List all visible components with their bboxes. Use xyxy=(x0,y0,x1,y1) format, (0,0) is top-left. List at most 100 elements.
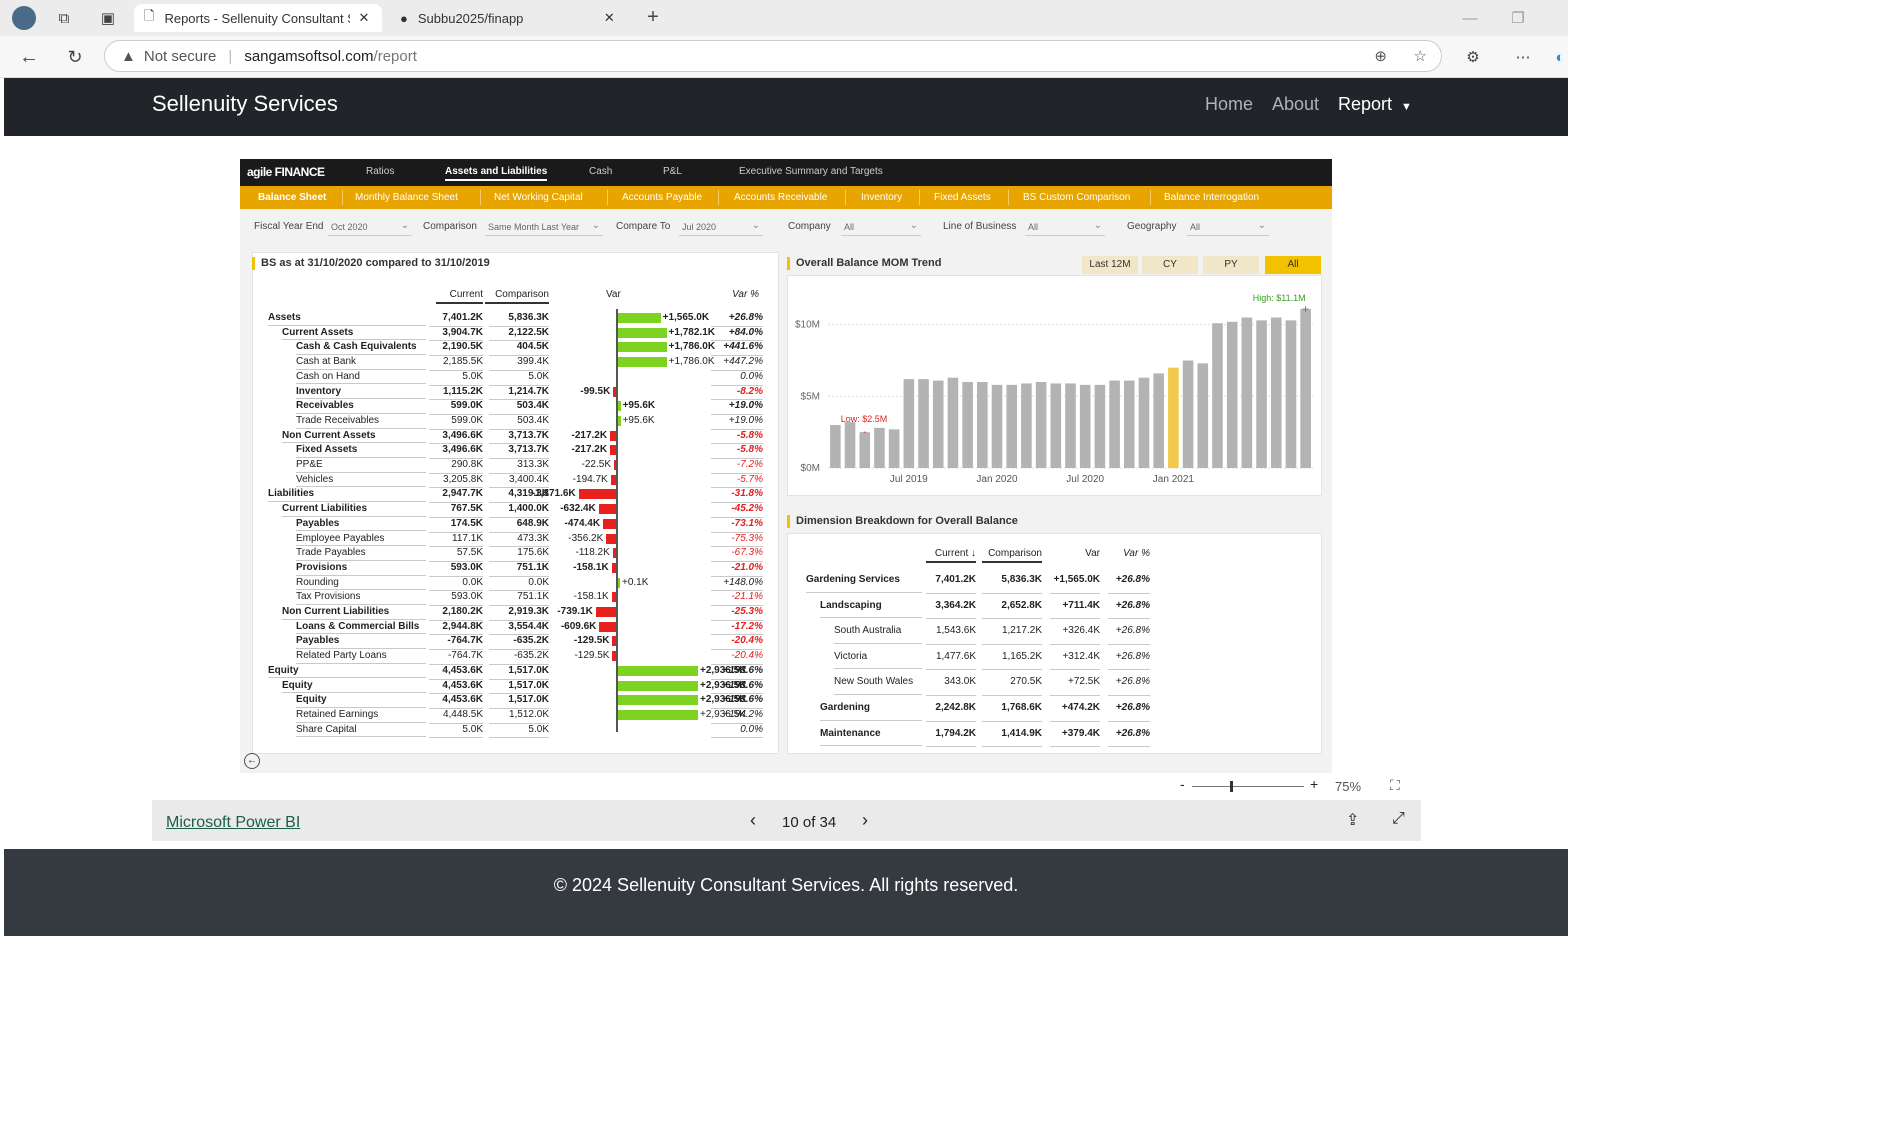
bs-row[interactable]: Employee Payables 117.1K 473.3K -75.3% -356.… xyxy=(256,532,776,548)
chip-cy[interactable]: CY xyxy=(1142,256,1198,274)
favorite-icon[interactable]: ☆ xyxy=(1414,47,1427,65)
bs-row[interactable]: Payables 174.5K 648.9K -73.1% -474.4K xyxy=(256,517,776,533)
bs-row[interactable]: Receivables 599.0K 503.4K +19.0% +95.6K xyxy=(256,399,776,415)
restore-icon[interactable]: ❐ xyxy=(1508,8,1528,28)
filter-company-select[interactable]: All ⌄ xyxy=(841,218,921,236)
nav-report[interactable]: Report ▼ xyxy=(1338,94,1412,115)
next-page-icon[interactable]: › xyxy=(862,810,868,831)
zoom-slider-track[interactable] xyxy=(1192,786,1304,787)
bs-row[interactable]: Cash at Bank 2,185.5K 399.4K +447.2% +1,786.… xyxy=(256,355,776,371)
bs-row-current: 2,947.7K xyxy=(429,487,483,504)
dim-row[interactable]: Landscaping 3,364.2K 2,652.8K +711.4K +26.8% xyxy=(788,593,1328,620)
dim-row-var: +1,565.0K xyxy=(1050,567,1100,594)
filter-comparison-select[interactable]: Same Month Last Year ⌄ xyxy=(485,218,603,236)
subtab-balance-interrogation[interactable]: Balance Interrogation xyxy=(1164,192,1259,203)
close-icon[interactable]: ✕ xyxy=(604,10,615,26)
subtab-inventory[interactable]: Inventory xyxy=(861,192,902,203)
var-bar xyxy=(618,709,698,720)
bs-row[interactable]: Liabilities 2,947.7K 4,319.3K -31.8% -1,371.… xyxy=(256,487,776,504)
subtab-balance-sheet[interactable]: Balance Sheet xyxy=(258,192,326,203)
bs-row[interactable]: Fixed Assets 3,496.6K 3,713.7K -5.8% -217.2K xyxy=(256,443,776,459)
filter-compare-to-select[interactable]: Jul 2020 ⌄ xyxy=(679,218,763,236)
bs-row[interactable]: Tax Provisions 593.0K 751.1K -21.1% -158.1K xyxy=(256,590,776,606)
site-brand[interactable]: Sellenuity Services xyxy=(152,91,338,117)
tab-ratios[interactable]: Ratios xyxy=(366,166,394,177)
back-arrow-icon[interactable]: ← xyxy=(244,753,260,769)
zoom-slider-thumb[interactable] xyxy=(1230,781,1233,792)
bs-row[interactable]: Loans & Commercial Bills 2,944.8K 3,554.4K… xyxy=(256,620,776,636)
bs-row[interactable]: Retained Earnings 4,448.5K 1,512.0K +194.2%… xyxy=(256,708,776,724)
dim-row[interactable]: South Australia 1,543.6K 1,217.2K +326.4K +2… xyxy=(788,618,1328,645)
bs-row[interactable]: Cash on Hand 5.0K 5.0K 0.0% xyxy=(256,370,776,386)
dim-row[interactable]: Maintenance 1,794.2K 1,414.9K +379.4K +26.8% xyxy=(788,721,1328,748)
chip-all[interactable]: All xyxy=(1265,256,1321,274)
workspaces-icon[interactable]: ⧉ xyxy=(54,8,74,28)
tab-reports[interactable]: 🗋 Reports - Sellenuity Consultant Se ✕ xyxy=(134,4,382,32)
bs-row[interactable]: Trade Payables 57.5K 175.6K -67.3% -118.2K xyxy=(256,546,776,562)
zoom-out-button[interactable]: - xyxy=(1180,776,1185,792)
bs-row[interactable]: Related Party Loans -764.7K -635.2K -20.4% -… xyxy=(256,649,776,665)
filter-geography-select[interactable]: All ⌄ xyxy=(1187,218,1269,236)
bs-row[interactable]: Non Current Liabilities 2,180.2K 2,919.3K -… xyxy=(256,605,776,621)
new-tab-button[interactable]: + xyxy=(642,6,664,28)
tab-cash[interactable]: Cash xyxy=(589,166,612,177)
dim-row[interactable]: Gardening 2,242.8K 1,768.6K +474.2K +26.8% xyxy=(788,695,1328,722)
subtab-fixed-assets[interactable]: Fixed Assets xyxy=(934,192,991,203)
bs-row[interactable]: Equity 4,453.6K 1,517.0K +193.6% +2,936.5K xyxy=(256,664,776,680)
copilot-icon[interactable]: ◐ xyxy=(1552,46,1568,68)
filter-fye-select[interactable]: Oct 2020 ⌄ xyxy=(328,218,412,236)
nav-home[interactable]: Home xyxy=(1205,94,1253,115)
zoom-icon[interactable]: ⊕ xyxy=(1374,47,1387,65)
bs-row[interactable]: PP&E 290.8K 313.3K -7.2% -22.5K xyxy=(256,458,776,474)
dim-row[interactable]: Victoria 1,477.6K 1,165.2K +312.4K +26.8% xyxy=(788,644,1328,671)
address-bar[interactable]: ▲ Not secure | sangamsoftsol.com /report… xyxy=(104,40,1442,72)
dim-row[interactable]: Gardening Services 7,401.2K 5,836.3K +1,565… xyxy=(788,567,1328,594)
extensions-icon[interactable]: ⚙ xyxy=(1462,46,1484,68)
prev-page-icon[interactable]: ‹ xyxy=(750,810,756,831)
subtab-ar[interactable]: Accounts Receivable xyxy=(734,192,827,203)
bs-row[interactable]: Equity 4,453.6K 1,517.0K +193.6% +2,936.5K xyxy=(256,679,776,695)
subtab-nwc[interactable]: Net Working Capital xyxy=(494,192,583,203)
zoom-in-button[interactable]: + xyxy=(1310,776,1318,792)
tab-github[interactable]: ● Subbu2025/finapp ✕ xyxy=(390,4,630,32)
fit-page-icon[interactable]: ⛶ xyxy=(1390,777,1400,794)
dim-header-comparison[interactable]: Comparison xyxy=(982,548,1042,563)
bs-row[interactable]: Cash & Cash Equivalents 2,190.5K 404.5K +44… xyxy=(256,340,776,357)
tab-pl[interactable]: P&L xyxy=(663,166,682,177)
bs-row[interactable]: Current Assets 3,904.7K 2,122.5K +84.0% +1,7… xyxy=(256,326,776,342)
dim-header-current[interactable]: Current ↓ xyxy=(926,548,976,563)
bs-row[interactable]: Rounding 0.0K 0.0K +148.0% +0.1K xyxy=(256,576,776,592)
bs-row[interactable]: Inventory 1,115.2K 1,214.7K -8.2% -99.5K xyxy=(256,385,776,401)
chip-last-12m[interactable]: Last 12M xyxy=(1082,256,1138,274)
subtab-ap[interactable]: Accounts Payable xyxy=(622,192,702,203)
bs-row[interactable]: Vehicles 3,205.8K 3,400.4K -5.7% -194.7K xyxy=(256,473,776,489)
fullscreen-icon[interactable]: ⤢ xyxy=(1392,810,1405,828)
chip-py[interactable]: PY xyxy=(1203,256,1259,274)
more-icon[interactable]: ⋯ xyxy=(1512,46,1534,68)
bs-row[interactable]: Trade Receivables 599.0K 503.4K +19.0% +95.6… xyxy=(256,414,776,430)
dim-row[interactable]: New South Wales 343.0K 270.5K +72.5K +26.8% xyxy=(788,669,1328,696)
bs-row[interactable]: Share Capital 5.0K 5.0K 0.0% xyxy=(256,723,776,739)
share-icon[interactable]: ⇪ xyxy=(1346,810,1359,830)
bs-row[interactable]: Assets 7,401.2K 5,836.3K +26.8% +1,565.0K xyxy=(256,311,776,327)
dim-header-varpct[interactable]: Var % xyxy=(1108,548,1150,559)
bs-row[interactable]: Equity 4,453.6K 1,517.0K +193.6% +2,936.5K xyxy=(256,693,776,709)
close-icon[interactable]: ✕ xyxy=(358,10,369,26)
tab-assets-liabilities[interactable]: Assets and Liabilities xyxy=(445,166,548,181)
subtab-bs-custom[interactable]: BS Custom Comparison xyxy=(1023,192,1130,203)
bs-row[interactable]: Current Liabilities 767.5K 1,400.0K -45.2% -… xyxy=(256,502,776,518)
minimize-icon[interactable]: — xyxy=(1460,8,1480,28)
vertical-tabs-icon[interactable]: ▣ xyxy=(98,8,118,28)
nav-about[interactable]: About xyxy=(1272,94,1319,115)
refresh-icon[interactable]: ↻ xyxy=(64,46,86,68)
filter-lob-select[interactable]: All ⌄ xyxy=(1025,218,1105,236)
dim-header-var[interactable]: Var xyxy=(1050,548,1100,559)
bs-row[interactable]: Non Current Assets 3,496.6K 3,713.7K -5.8% -… xyxy=(256,429,776,445)
tab-exec-summary[interactable]: Executive Summary and Targets xyxy=(739,166,883,177)
bs-row[interactable]: Payables -764.7K -635.2K -20.4% -129.5K xyxy=(256,634,776,651)
bs-row[interactable]: Provisions 593.0K 751.1K -21.0% -158.1K xyxy=(256,561,776,577)
subtab-monthly-bs[interactable]: Monthly Balance Sheet xyxy=(355,192,458,203)
powerbi-link[interactable]: Microsoft Power BI xyxy=(166,814,300,832)
back-icon[interactable]: ← xyxy=(18,46,40,68)
profile-avatar[interactable] xyxy=(12,6,36,30)
